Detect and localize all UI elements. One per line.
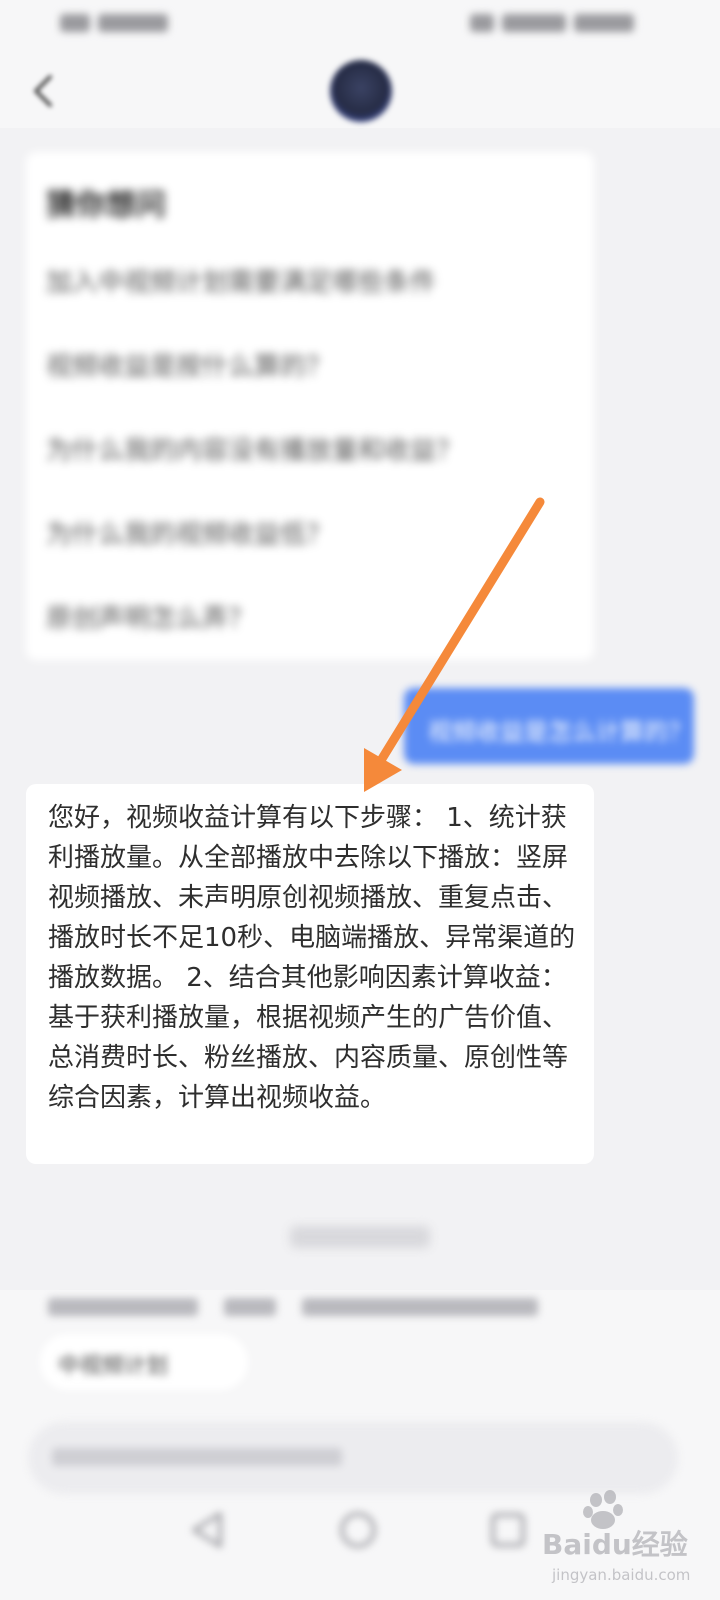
chat-header <box>0 52 720 128</box>
nav-recent-icon[interactable] <box>486 1508 530 1552</box>
signal-icon <box>60 14 90 32</box>
nav-back-icon[interactable] <box>186 1508 230 1552</box>
user-message-bubble: 视频收益是怎么计算的？ <box>404 688 694 764</box>
faq-item[interactable]: 为什么我的视频收益低？ <box>46 514 332 551</box>
status-bar-battery-group <box>470 14 660 36</box>
status-bar <box>0 0 720 52</box>
alarm-icon <box>470 14 494 32</box>
assistant-avatar[interactable] <box>330 60 392 122</box>
faq-card: 猜你想问 加入中视频计划需要满足哪些条件 视频收益是按什么算的？ 为什么我的内容… <box>26 152 594 660</box>
faq-item[interactable]: 视频收益是按什么算的？ <box>46 346 332 383</box>
faq-item[interactable]: 为什么我的内容没有播放量和收益？ <box>46 430 462 467</box>
suggestion-item[interactable] <box>224 1297 276 1316</box>
faq-item[interactable]: 加入中视频计划需要满足哪些条件 <box>46 262 436 299</box>
network-icon <box>98 14 168 32</box>
answer-card: 您好，视频收益计算有以下步骤： 1、统计获利播放量。从全部播放中去除以下播放：竖… <box>26 784 594 1164</box>
watermark-url: jingyan.baidu.com <box>551 1566 690 1584</box>
suggestion-item[interactable] <box>48 1297 198 1316</box>
user-message-text: 视频收益是怎么计算的？ <box>428 718 692 746</box>
nav-home-icon[interactable] <box>336 1508 380 1552</box>
back-arrow-icon[interactable] <box>30 74 56 108</box>
suggestion-item[interactable] <box>302 1297 538 1316</box>
feedback-note <box>290 1226 430 1248</box>
clock-text <box>574 14 634 32</box>
battery-icon <box>502 14 566 32</box>
faq-item[interactable]: 原创声明怎么弄？ <box>46 598 254 635</box>
faq-card-title: 猜你想问 <box>46 188 166 223</box>
message-input[interactable] <box>28 1422 678 1494</box>
suggestion-row <box>48 1296 668 1324</box>
baidu-watermark: Baidu经验 jingyan.baidu.com <box>542 1486 712 1586</box>
status-bar-signal-group <box>60 14 200 36</box>
message-input-placeholder <box>52 1448 342 1466</box>
answer-text: 您好，视频收益计算有以下步骤： 1、统计获利播放量。从全部播放中去除以下播放：竖… <box>48 803 576 1113</box>
watermark-brand: Baidu经验 <box>542 1528 688 1561</box>
quick-reply-chip[interactable]: 中视频计划 <box>40 1334 248 1390</box>
quick-reply-chip-label: 中视频计划 <box>58 1354 169 1379</box>
